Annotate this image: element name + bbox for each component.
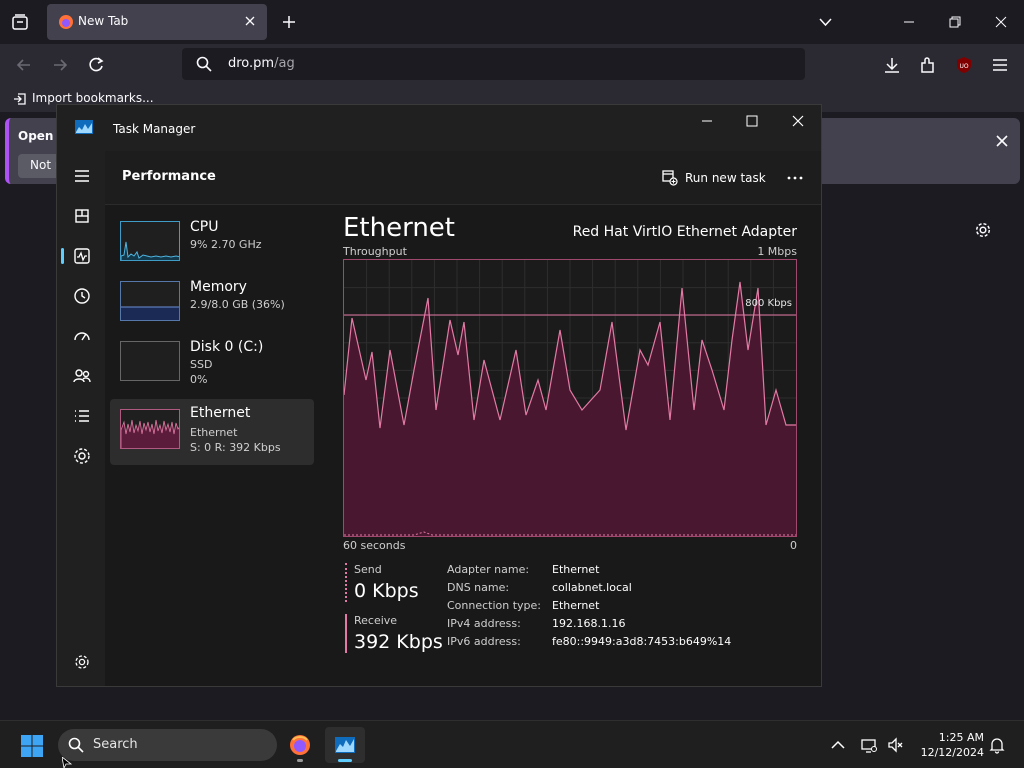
notification-bell-icon[interactable] — [988, 736, 1006, 754]
reload-icon[interactable] — [86, 55, 106, 75]
more-options-icon[interactable] — [785, 171, 805, 185]
run-task-icon — [662, 170, 678, 186]
extensions-icon[interactable] — [918, 55, 938, 75]
services-icon[interactable] — [71, 445, 93, 467]
app-history-icon[interactable] — [71, 285, 93, 307]
adapter-name: Red Hat VirtIO Ethernet Adapter — [572, 224, 797, 240]
task-manager-app-icon — [335, 737, 355, 753]
processes-icon[interactable] — [71, 205, 93, 227]
perf-item-memory[interactable]: Memory 2.9/8.0 GB (36%) — [110, 273, 314, 335]
perf-item-disk[interactable]: Disk 0 (C:) SSD 0% — [110, 333, 314, 395]
url-text: dro.pm/ag — [228, 56, 295, 71]
task-manager-app-icon — [75, 120, 93, 134]
task-manager-window: Task Manager Performance Run new task CP… — [56, 104, 822, 687]
graph-max-label: 1 Mbps — [757, 245, 797, 258]
active-indicator — [338, 759, 352, 762]
taskbar: Search 1:25 AM 12/12/2024 — [0, 720, 1024, 768]
restore-icon[interactable] — [947, 14, 963, 30]
chevron-up-icon[interactable] — [829, 736, 847, 754]
taskbar-search-box[interactable]: Search — [58, 729, 277, 761]
cpu-thumbnail — [120, 221, 180, 261]
task-manager-title-bar: Task Manager — [57, 105, 821, 151]
download-icon[interactable] — [882, 55, 902, 75]
back-arrow-icon[interactable] — [14, 55, 34, 75]
tab-title: New Tab — [78, 14, 129, 28]
perf-item-cpu[interactable]: CPU 9% 2.70 GHz — [110, 213, 314, 275]
close-icon[interactable] — [993, 14, 1009, 30]
close-icon[interactable] — [243, 14, 257, 28]
tab-manager-icon[interactable] — [10, 12, 30, 32]
settings-gear-icon[interactable] — [71, 651, 93, 673]
details-icon[interactable] — [71, 405, 93, 427]
performance-list: CPU 9% 2.70 GHz Memory 2.9/8.0 GB (36%) … — [110, 213, 314, 493]
send-stat: Send 0 Kbps — [345, 563, 419, 602]
page-header: Performance Run new task — [105, 151, 821, 205]
hamburger-menu-icon[interactable] — [990, 55, 1010, 75]
gear-icon[interactable] — [974, 221, 992, 239]
disk-thumbnail — [120, 341, 180, 381]
search-icon — [196, 56, 212, 72]
time-end-label: 0 — [790, 539, 797, 552]
firefox-icon — [59, 15, 73, 29]
plus-icon[interactable] — [281, 14, 297, 30]
time-span-label: 60 seconds — [343, 539, 406, 552]
graph-label: Throughput — [343, 245, 407, 258]
tab-new-tab[interactable]: New Tab — [47, 4, 267, 40]
page-title: Performance — [122, 169, 216, 184]
navigation-rail — [57, 151, 105, 686]
network-icon[interactable] — [860, 736, 878, 754]
graph-reference-label: 800 Kbps — [745, 298, 792, 309]
browser-tab-bar: New Tab — [0, 0, 1024, 44]
hamburger-menu-icon[interactable] — [71, 165, 93, 187]
taskbar-clock[interactable]: 1:25 AM 12/12/2024 — [912, 730, 984, 760]
chevron-down-icon[interactable] — [818, 15, 833, 29]
taskbar-firefox[interactable] — [280, 727, 320, 763]
close-icon[interactable] — [994, 133, 1010, 149]
minimize-icon[interactable] — [901, 14, 917, 30]
running-indicator — [297, 759, 303, 762]
window-title: Task Manager — [113, 122, 196, 136]
performance-icon[interactable] — [71, 245, 93, 267]
ublock-icon[interactable]: UO — [954, 55, 974, 75]
throughput-graph: 800 Kbps — [343, 259, 797, 537]
ethernet-detail-pane: Ethernet Red Hat VirtIO Ethernet Adapter… — [343, 213, 797, 653]
desktop: New Tab UO dro.pm/ag Import bookmarks...… — [0, 0, 1024, 768]
task-manager-main: Performance Run new task CPU 9% 2.70 GHz — [105, 151, 821, 686]
users-icon[interactable] — [71, 365, 93, 387]
detail-title: Ethernet — [343, 213, 455, 243]
startup-apps-icon[interactable] — [71, 325, 93, 347]
url-bar[interactable]: dro.pm/ag — [182, 48, 805, 80]
svg-text:UO: UO — [959, 63, 968, 70]
close-icon[interactable] — [790, 113, 806, 129]
memory-thumbnail — [120, 281, 180, 321]
mouse-cursor-icon — [62, 757, 72, 768]
forward-arrow-icon[interactable] — [50, 55, 70, 75]
import-icon — [14, 93, 26, 105]
windows-start-icon[interactable] — [20, 734, 44, 758]
selected-indicator — [61, 248, 64, 264]
volume-muted-icon[interactable] — [886, 736, 904, 754]
ethernet-thumbnail — [120, 409, 180, 449]
search-icon — [68, 737, 84, 753]
throughput-graph-svg — [344, 260, 796, 536]
firefox-icon — [290, 735, 310, 755]
perf-item-ethernet[interactable]: Ethernet Ethernet S: 0 R: 392 Kbps — [110, 399, 314, 465]
minimize-icon[interactable] — [699, 113, 715, 129]
taskbar-task-manager[interactable] — [325, 727, 365, 763]
maximize-icon[interactable] — [744, 113, 760, 129]
receive-stat: Receive 392 Kbps — [345, 614, 443, 653]
